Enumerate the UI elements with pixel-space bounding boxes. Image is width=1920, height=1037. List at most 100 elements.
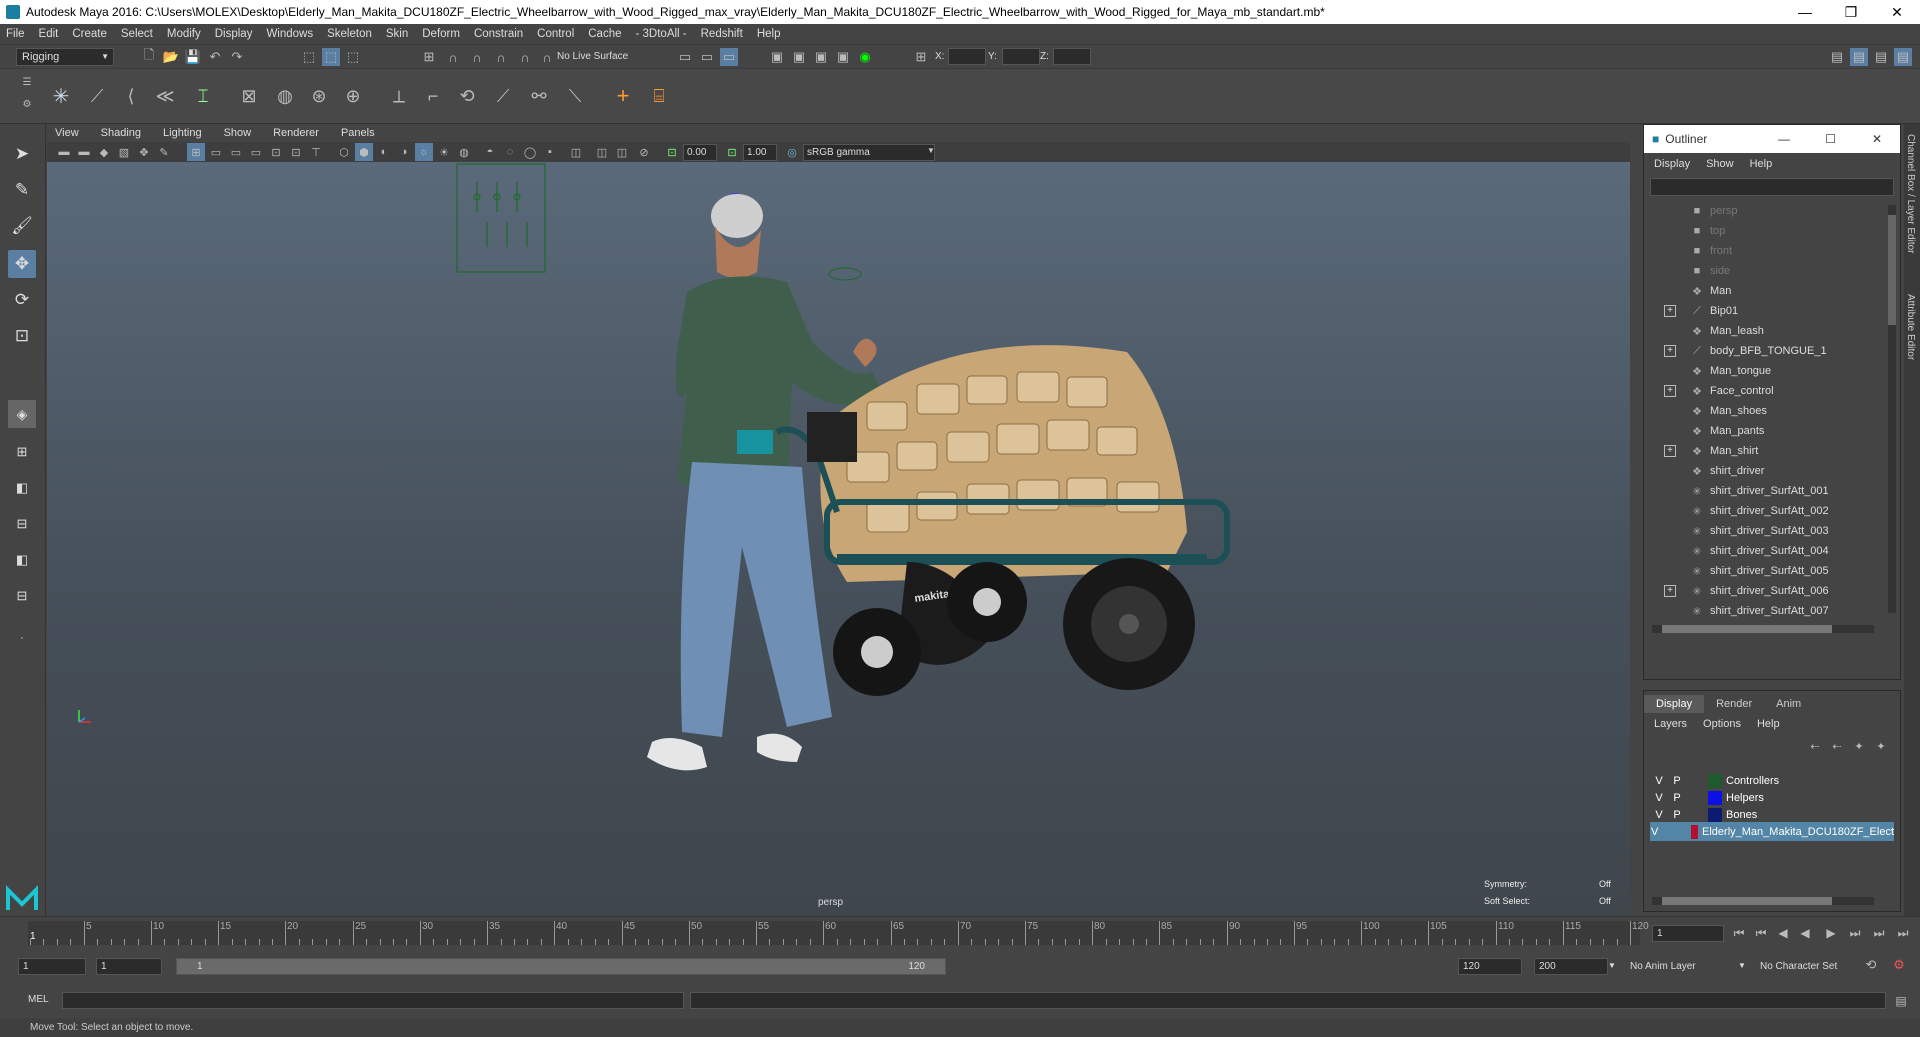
layout-menu-icon[interactable]: · (8, 624, 36, 652)
viewport-menu-show[interactable]: Show (224, 127, 252, 139)
menu-3dtoall[interactable]: - 3DtoAll - (636, 28, 687, 40)
expand-plus-icon[interactable]: + (1664, 445, 1676, 457)
gate-mask-icon[interactable]: ▭ (247, 143, 265, 161)
two-pane-side-icon[interactable]: ◧ (8, 474, 36, 502)
resolution-gate-icon[interactable]: ▭ (227, 143, 245, 161)
layer-color-swatch[interactable] (1690, 824, 1699, 839)
outliner-hscrollbar[interactable] (1652, 625, 1874, 633)
output-ops-icon[interactable]: ▭ (720, 48, 738, 66)
backface-icon[interactable]: ⊘ (635, 143, 653, 161)
outliner-item[interactable]: ✳ shirt_driver_SurfAtt_004 (1644, 541, 1884, 561)
layer-visibility-toggle[interactable]: V (1650, 826, 1659, 838)
textured-icon[interactable]: ◑ (395, 143, 413, 161)
menu-windows[interactable]: Windows (266, 28, 313, 40)
persp-graph-icon[interactable]: ⊟ (8, 582, 36, 610)
menu-help[interactable]: Help (757, 28, 781, 40)
motion-blur-icon[interactable]: ◓ (481, 143, 499, 161)
y-field[interactable] (1002, 48, 1040, 65)
layer-tab-anim[interactable]: Anim (1764, 695, 1813, 713)
menu-modify[interactable]: Modify (167, 28, 201, 40)
expand-plus-icon[interactable]: + (1664, 385, 1676, 397)
exposure-field[interactable]: 0.00 (683, 144, 717, 161)
outliner-item[interactable]: + ⟋ Bip01 (1644, 301, 1884, 321)
viewport-menu-shading[interactable]: Shading (101, 127, 141, 139)
single-pane-icon[interactable]: ◈ (8, 400, 36, 428)
safe-action-icon[interactable]: ⊡ (287, 143, 305, 161)
channel-box-toggle-icon[interactable]: ▤ (1850, 48, 1868, 66)
grease-pencil-icon[interactable]: ✎ (155, 143, 173, 161)
shadows-icon[interactable]: ☀ (435, 143, 453, 161)
joint-tool-icon[interactable]: ✳ (52, 86, 70, 108)
outliner-item[interactable]: ✳ shirt_driver_SurfAtt_005 (1644, 561, 1884, 581)
outliner-item[interactable]: + ❖ Man_shirt (1644, 441, 1884, 461)
wireframe-icon[interactable]: ⬡ (335, 143, 353, 161)
bookmark-icon[interactable]: ◆ (95, 143, 113, 161)
layer-color-swatch[interactable] (1708, 773, 1722, 788)
2d-pan-icon[interactable]: ✥ (135, 143, 153, 161)
outliner-item[interactable]: ❖ Man_tongue (1644, 361, 1884, 381)
outliner-minimize-icon[interactable]: — (1778, 132, 1790, 146)
persp-outliner-icon[interactable]: ◧ (8, 546, 36, 574)
lighting-icon[interactable]: ☼ (415, 143, 433, 161)
ik-spline-icon[interactable]: ⟨ (122, 86, 140, 106)
minimize-icon[interactable]: — (1782, 0, 1828, 24)
outliner-vscrollbar[interactable] (1888, 205, 1896, 613)
constraint-aim-icon[interactable]: ⌐ (424, 86, 442, 106)
layer-menu-options[interactable]: Options (1703, 718, 1741, 730)
ik-handle-icon[interactable]: ⟋ (88, 86, 106, 106)
orient-joint-icon[interactable]: ⌶ (194, 86, 212, 106)
menu-file[interactable]: File (6, 28, 25, 40)
home-icon[interactable] (2, 880, 44, 916)
outliner-item[interactable]: ❖ Man_leash (1644, 321, 1884, 341)
screen-space-ao-icon[interactable]: ◍ (455, 143, 473, 161)
play-backward-icon[interactable]: ◀ (1796, 924, 1814, 942)
animation-start-field[interactable]: 1 (18, 958, 86, 975)
paint-select-icon[interactable]: 🖌 (8, 212, 36, 240)
layer-menu-layers[interactable]: Layers (1654, 718, 1687, 730)
mirror-joint-icon[interactable]: ≪ (156, 86, 175, 106)
constraint-pole-icon[interactable]: ⟍ (566, 86, 584, 106)
four-pane-icon[interactable]: ⊞ (8, 438, 36, 466)
play-forward-icon[interactable]: ▶ (1822, 924, 1840, 942)
xray-active-icon[interactable]: ◫ (613, 143, 631, 161)
film-gate-icon[interactable]: ▭ (207, 143, 225, 161)
close-icon[interactable]: ✕ (1874, 0, 1920, 24)
multisample-icon[interactable]: ◌ (501, 143, 519, 161)
snap-curve-icon[interactable]: ∩ (444, 48, 462, 66)
isolate-icon[interactable]: ▪ (541, 143, 559, 161)
character-set-dropdown[interactable]: No Character Set (1760, 961, 1837, 972)
menu-skin[interactable]: Skin (386, 28, 408, 40)
field-chart-icon[interactable]: ⊡ (267, 143, 285, 161)
viewport-menu-renderer[interactable]: Renderer (273, 127, 319, 139)
menu-select[interactable]: Select (121, 28, 153, 40)
outliner-close-icon[interactable]: ✕ (1872, 132, 1882, 146)
menu-skeleton[interactable]: Skeleton (327, 28, 372, 40)
grid-toggle-icon[interactable]: ⊞ (187, 143, 205, 161)
mel-input[interactable] (62, 992, 684, 1009)
outliner-menu-show[interactable]: Show (1706, 158, 1734, 170)
shelf-menu-icon[interactable]: ⚙ (18, 95, 36, 113)
lattice-icon[interactable]: ⊛ (310, 86, 328, 106)
sidebar-toggle-icon[interactable]: ▤ (1828, 48, 1846, 66)
go-to-end-icon[interactable]: ⏭ (1894, 924, 1912, 942)
outliner-search-input[interactable] (1650, 178, 1894, 196)
constraint-point-icon[interactable]: ⟂ (390, 86, 408, 106)
input-ops-icon[interactable]: ▭ (698, 48, 716, 66)
safe-title-icon[interactable]: ⊤ (307, 143, 325, 161)
z-field[interactable] (1053, 48, 1091, 65)
new-layer-selected-icon[interactable]: ✦ (1872, 737, 1890, 755)
expand-plus-icon[interactable]: + (1664, 305, 1676, 317)
lasso-tool-icon[interactable]: ✎ (8, 176, 36, 204)
script-editor-icon[interactable]: ▤ (1892, 992, 1910, 1010)
render-settings-icon[interactable]: ▣ (834, 48, 852, 66)
outliner-menu-display[interactable]: Display (1654, 158, 1690, 170)
perspective-viewport[interactable]: makita persp Symmetry: Off Soft Select: … (47, 162, 1630, 916)
ipr-icon[interactable]: ▣ (812, 48, 830, 66)
transform-mode-icon[interactable]: ⊞ (912, 48, 930, 66)
playback-start-field[interactable]: 1 (96, 958, 162, 975)
scale-tool-icon[interactable]: ⊡ (8, 322, 36, 350)
viewport-menu-panels[interactable]: Panels (341, 127, 375, 139)
layer-row[interactable]: V Elderly_Man_Makita_DCU180ZF_Elect (1650, 822, 1894, 841)
rotate-tool-icon[interactable]: ⟳ (8, 286, 36, 314)
new-scene-icon[interactable]: 🗋 (140, 47, 158, 66)
